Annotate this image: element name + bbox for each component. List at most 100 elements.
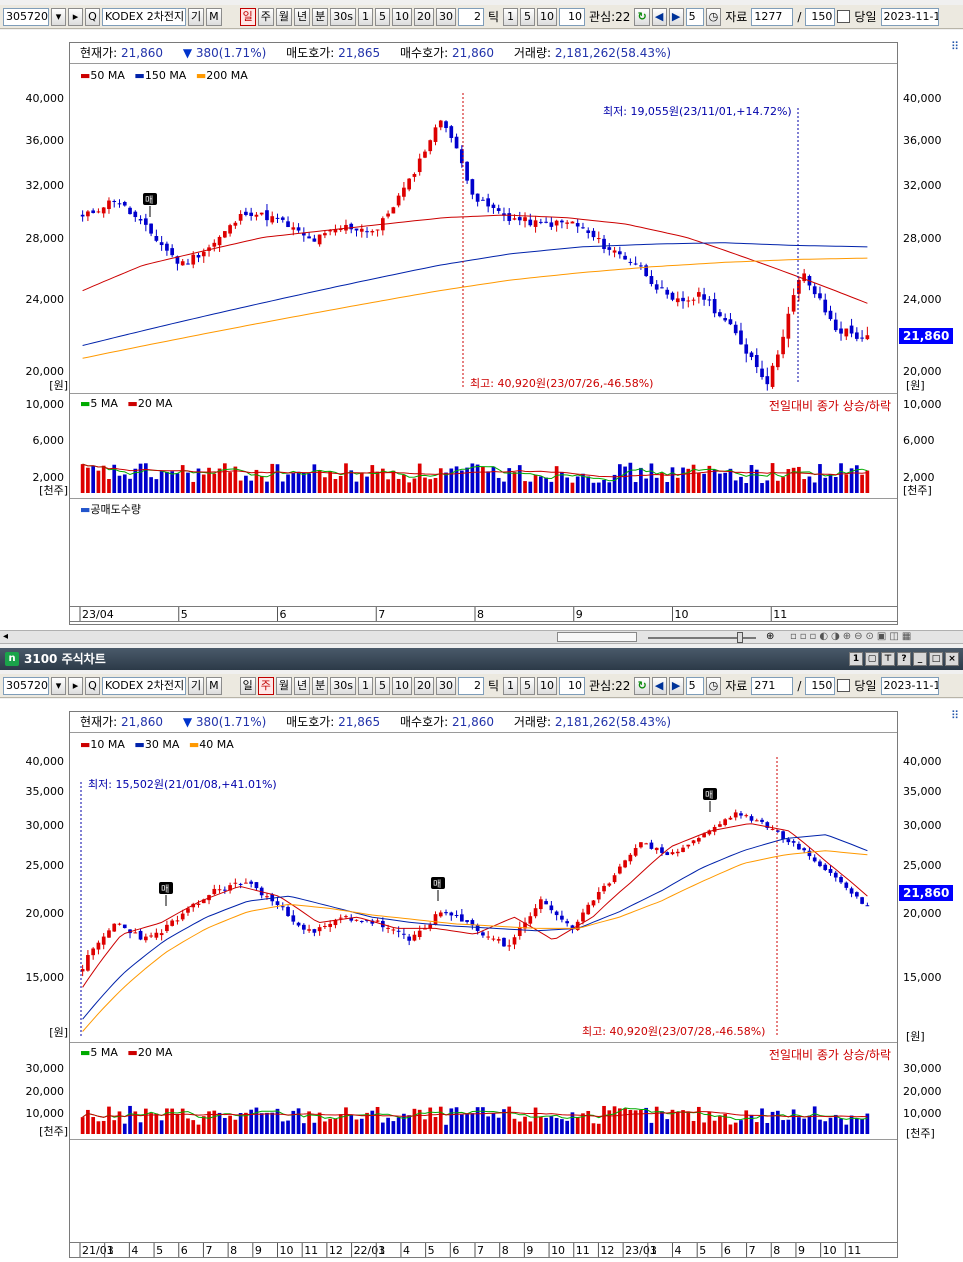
candle-body [791,295,796,312]
period-week-button[interactable]: 주 [257,7,274,26]
volume-chart-1[interactable] [70,411,897,497]
period-week-button[interactable]: 주 [257,676,274,695]
search-icon[interactable]: Q [85,7,100,26]
price-chart-1[interactable]: 최저: 19,055원(23/11/01,+14.72%) 최고: 40,920원… [70,83,897,393]
arrow-right-icon[interactable]: ▸ [68,7,83,26]
volume-bar [175,473,180,493]
view-count-input[interactable]: 150 [805,7,836,26]
pin-icon[interactable]: ⊤ [881,652,895,666]
ask-value: 21,865 [338,715,381,729]
x-tick-label: 8 [502,1244,509,1257]
tick-custom-input[interactable]: 10 [559,676,586,695]
search-icon[interactable]: Q [85,676,100,695]
tool-icons[interactable]: ▫▫▫◐◑⊕⊖⊙▣◫▦ [790,631,914,642]
info-button[interactable]: 기 [188,676,205,695]
zoom-slider-handle[interactable] [737,632,743,643]
chart-scrollbar[interactable]: ◂ ⊕ ▫▫▫◐◑⊕⊖⊙▣◫▦ [0,630,963,644]
next-icon[interactable]: ▶ [668,676,684,695]
min-20-button[interactable]: 20 [413,7,434,26]
min-5-button[interactable]: 5 [374,7,390,26]
refresh-icon[interactable]: ↻ [634,676,650,695]
date-input[interactable]: 2023-11-1 [880,7,939,26]
min-1-button[interactable]: 1 [357,7,373,26]
data-count-input[interactable]: 271 [751,676,794,695]
unit-won-left: [원] [49,379,68,392]
min-20-button[interactable]: 20 [413,676,434,695]
prev-icon[interactable]: ◀ [651,676,667,695]
period-month-button[interactable]: 월 [275,676,292,695]
view-count-input[interactable]: 150 [805,676,836,695]
period-month-button[interactable]: 월 [275,7,292,26]
m-button[interactable]: M [206,676,222,695]
clock-icon[interactable]: ◷ [705,7,722,26]
candle-body [802,848,807,851]
candle-body [312,238,317,242]
vol-tick-left: 30,000 [25,1062,65,1075]
close-icon[interactable]: × [945,652,959,666]
min-10-button[interactable]: 10 [391,7,412,26]
min-10-button[interactable]: 10 [391,676,412,695]
candle-body [481,199,485,201]
tick-10-button[interactable]: 10 [537,7,558,26]
min-30s-button[interactable]: 30s [330,7,356,26]
tick-1-button[interactable]: 1 [503,7,519,26]
min-5-button[interactable]: 5 [374,676,390,695]
period-minute-button[interactable]: 분 [312,676,329,695]
today-checkbox[interactable] [837,679,851,692]
today-checkbox[interactable] [837,10,851,23]
dropdown-icon[interactable]: ▾ [51,676,66,695]
min-30s-button[interactable]: 30s [330,676,356,695]
volume-bar [233,1119,238,1134]
tick-input[interactable]: 2 [457,7,484,26]
settings-icon[interactable]: ⠿ [951,40,959,53]
period-day-button[interactable]: 일 [239,7,256,26]
window-num-icon[interactable]: 1 [849,652,863,666]
info-button[interactable]: 기 [188,7,205,26]
step-input[interactable]: 5 [685,7,704,26]
date-input[interactable]: 2023-11-1 [880,676,939,695]
maximize-icon[interactable]: □ [929,652,943,666]
candle-body [612,875,617,883]
prev-icon[interactable]: ◀ [651,7,667,26]
tick-custom-input[interactable]: 10 [559,7,586,26]
candle-body [433,914,438,925]
min-30-button[interactable]: 30 [435,7,456,26]
scroll-left-icon[interactable]: ◂ [3,631,8,642]
candle-body [702,294,706,300]
candle-body [728,319,733,325]
minimize-icon[interactable]: _ [913,652,927,666]
tick-5-button[interactable]: 5 [520,7,536,26]
min-1-button[interactable]: 1 [357,676,373,695]
dropdown-icon[interactable]: ▾ [51,7,66,26]
candle-body [259,212,264,215]
scroll-thumb[interactable] [557,632,637,642]
data-count-input[interactable]: 1277 [751,7,794,26]
tick-5-button[interactable]: 5 [520,676,536,695]
period-minute-button[interactable]: 분 [312,7,329,26]
tick-1-button[interactable]: 1 [503,676,519,695]
arrow-right-icon[interactable]: ▸ [68,676,83,695]
period-day-button[interactable]: 일 [239,676,256,695]
tick-input[interactable]: 2 [457,676,484,695]
next-icon[interactable]: ▶ [668,7,684,26]
help-icon[interactable]: ? [897,652,911,666]
zoom-icon[interactable]: ⊕ [766,631,774,642]
clock-icon[interactable]: ◷ [705,676,722,695]
step-input[interactable]: 5 [685,676,704,695]
volume-chart-2[interactable] [70,1058,897,1138]
m-button[interactable]: M [206,7,222,26]
period-year-button[interactable]: 년 [294,7,311,26]
copy-icon[interactable]: ▢ [865,652,879,666]
candle-body [323,233,327,236]
volume-bar [818,464,822,493]
candle-body [122,924,127,929]
candle-body [402,187,406,197]
price-chart-2[interactable]: 최저: 15,502원(21/01/08,+41.01%) 최고: 40,920원… [70,752,897,1042]
min-30-button[interactable]: 30 [435,676,456,695]
refresh-icon[interactable]: ↻ [634,7,650,26]
period-year-button[interactable]: 년 [294,676,311,695]
tick-10-button[interactable]: 10 [537,676,558,695]
settings-icon[interactable]: ⠿ [951,709,959,722]
stock-code-input[interactable]: 305720 [3,676,49,695]
stock-code-input[interactable]: 305720 [3,7,49,26]
